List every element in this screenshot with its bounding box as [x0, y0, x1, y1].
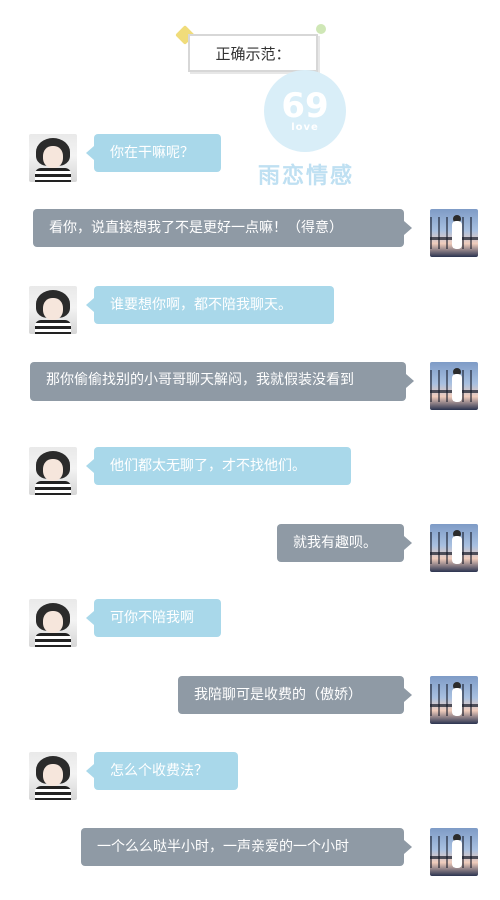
message-bubble-right: 就我有趣呗。: [277, 524, 412, 562]
male-avatar[interactable]: [430, 209, 478, 257]
male-avatar[interactable]: [430, 524, 478, 572]
male-avatar[interactable]: [430, 828, 478, 876]
chat-screenshot: 正确示范： 69 love 雨恋情感 你在干嘛呢？ 看你，说直接想我了不是更好一…: [0, 0, 500, 900]
message-bubble-right: 我陪聊可是收费的（傲娇）: [178, 676, 412, 714]
watermark-circle: 69 love: [264, 70, 346, 152]
message-bubble-left: 谁要想你啊，都不陪我聊天。: [86, 286, 334, 324]
message-bubble-right: 看你，说直接想我了不是更好一点嘛！（得意）: [33, 209, 412, 247]
message-bubble-left: 你在干嘛呢？: [86, 134, 221, 172]
female-avatar[interactable]: [29, 599, 77, 647]
male-avatar[interactable]: [430, 362, 478, 410]
message-bubble-left: 怎么个收费法？: [86, 752, 238, 790]
message-bubble-right: 那你偷偷找别的小哥哥聊天解闷，我就假装没看到: [30, 362, 414, 401]
watermark-small-text: love: [291, 122, 319, 133]
male-avatar[interactable]: [430, 676, 478, 724]
watermark-brand: 雨恋情感: [257, 164, 354, 189]
page-title: 正确示范：: [188, 34, 318, 72]
message-bubble-left: 可你不陪我啊: [86, 599, 221, 637]
watermark-number: 69: [281, 86, 329, 126]
female-avatar[interactable]: [29, 286, 77, 334]
female-avatar[interactable]: [29, 447, 77, 495]
title-banner: 正确示范：: [175, 24, 326, 74]
message-bubble-left: 他们都太无聊了，才不找他们。: [86, 447, 351, 485]
watermark-logo: 69 love 雨恋情感: [248, 70, 364, 190]
female-avatar[interactable]: [29, 134, 77, 182]
title-corner-decoration-right: [316, 24, 326, 34]
message-bubble-right: 一个么么哒半小时，一声亲爱的一个小时: [81, 828, 412, 866]
female-avatar[interactable]: [29, 752, 77, 800]
